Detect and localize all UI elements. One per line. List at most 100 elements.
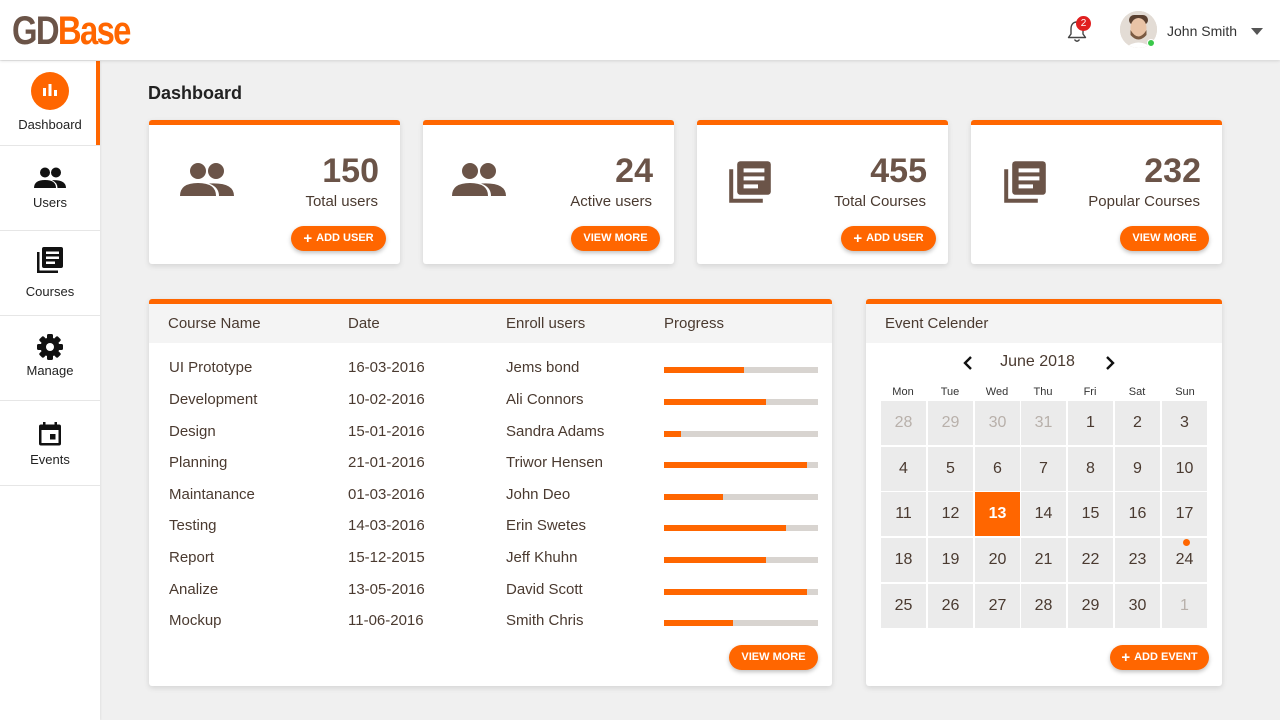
- add-user-button[interactable]: + ADD USER: [291, 226, 386, 251]
- calendar-day[interactable]: 28: [881, 401, 926, 445]
- table-row[interactable]: Design 15-01-2016 Sandra Adams: [149, 417, 832, 448]
- calendar-day[interactable]: 27: [975, 584, 1020, 628]
- weekday-label: Sun: [1175, 386, 1195, 398]
- course-date: 15-01-2016: [348, 423, 425, 440]
- view-more-button[interactable]: VIEW MORE: [1120, 226, 1209, 251]
- calendar-day[interactable]: 25: [881, 584, 926, 628]
- calendar-icon: [39, 422, 61, 446]
- courses-icon: [1004, 161, 1046, 203]
- stat-label: Total users: [305, 193, 378, 210]
- course-date: 10-02-2016: [348, 391, 425, 408]
- app-logo[interactable]: GDBase: [12, 10, 131, 52]
- calendar-day[interactable]: 30: [1115, 584, 1160, 628]
- calendar-day[interactable]: 10: [1162, 447, 1207, 491]
- column-header-date: Date: [348, 315, 380, 332]
- calendar-day[interactable]: 15: [1068, 492, 1113, 536]
- calendar-day[interactable]: 29: [928, 401, 973, 445]
- weekday-label: Tue: [940, 386, 960, 398]
- sidebar-item-dashboard[interactable]: Dashboard: [0, 61, 100, 146]
- calendar-day[interactable]: 6: [975, 447, 1020, 491]
- progress-bar: [664, 431, 818, 437]
- bar-chart-icon: [31, 72, 69, 110]
- view-more-button[interactable]: VIEW MORE: [729, 645, 818, 670]
- view-more-button[interactable]: VIEW MORE: [571, 226, 660, 251]
- stat-value: 232: [1144, 152, 1201, 190]
- sidebar-item-manage[interactable]: Manage: [0, 316, 100, 401]
- course-date: 13-05-2016: [348, 581, 425, 598]
- table-row[interactable]: Maintanance 01-03-2016 John Deo: [149, 480, 832, 511]
- sidebar-item-label: Events: [30, 452, 70, 467]
- progress-fill: [664, 494, 723, 500]
- calendar-day[interactable]: 20: [975, 538, 1020, 582]
- progress-fill: [664, 525, 786, 531]
- progress-bar: [664, 494, 818, 500]
- calendar-day[interactable]: 1: [1162, 584, 1207, 628]
- calendar-day[interactable]: 7: [1021, 447, 1066, 491]
- calendar-day[interactable]: 18: [881, 538, 926, 582]
- calendar-day[interactable]: 11: [881, 492, 926, 536]
- chevron-right-icon[interactable]: [1104, 356, 1116, 370]
- table-row[interactable]: Mockup 11-06-2016 Smith Chris: [149, 606, 832, 637]
- calendar-day[interactable]: 9: [1115, 447, 1160, 491]
- calendar-day[interactable]: 2: [1115, 401, 1160, 445]
- calendar-day[interactable]: 28: [1021, 584, 1066, 628]
- plus-icon: +: [303, 230, 313, 247]
- sidebar-item-events[interactable]: Events: [0, 401, 100, 486]
- course-date: 01-03-2016: [348, 486, 425, 503]
- users-icon: [180, 163, 234, 196]
- calendar-day[interactable]: 5: [928, 447, 973, 491]
- calendar-day[interactable]: 22: [1068, 538, 1113, 582]
- user-name[interactable]: John Smith: [1167, 23, 1237, 39]
- calendar-day[interactable]: 30: [975, 401, 1020, 445]
- table-row[interactable]: Analize 13-05-2016 David Scott: [149, 575, 832, 606]
- stat-value: 455: [870, 152, 927, 190]
- add-user-button[interactable]: + ADD USER: [841, 226, 936, 251]
- calendar-day[interactable]: 1: [1068, 401, 1113, 445]
- table-row[interactable]: UI Prototype 16-03-2016 Jems bond: [149, 353, 832, 384]
- table-row[interactable]: Testing 14-03-2016 Erin Swetes: [149, 511, 832, 542]
- chevron-down-icon[interactable]: [1251, 28, 1263, 35]
- progress-bar: [664, 589, 818, 595]
- sidebar-item-users[interactable]: Users: [0, 146, 100, 231]
- progress-bar: [664, 462, 818, 468]
- calendar-day[interactable]: 31: [1021, 401, 1066, 445]
- progress-fill: [664, 620, 734, 626]
- weekday-label: Sat: [1128, 386, 1146, 398]
- calendar-day[interactable]: 17: [1162, 492, 1207, 536]
- calendar-day[interactable]: 16: [1115, 492, 1160, 536]
- calendar-day[interactable]: 26: [928, 584, 973, 628]
- weekday-label: Mon: [892, 386, 914, 398]
- progress-fill: [664, 462, 808, 468]
- calendar-day[interactable]: 21: [1021, 538, 1066, 582]
- table-row[interactable]: Development 10-02-2016 Ali Connors: [149, 385, 832, 416]
- calendar-day[interactable]: 3: [1162, 401, 1207, 445]
- calendar-day[interactable]: 8: [1068, 447, 1113, 491]
- enroll-user: David Scott: [506, 581, 583, 598]
- progress-fill: [664, 557, 766, 563]
- progress-bar: [664, 525, 818, 531]
- calendar-day[interactable]: 23: [1115, 538, 1160, 582]
- course-date: 11-06-2016: [348, 612, 424, 629]
- button-label: ADD EVENT: [1134, 651, 1198, 663]
- calendar-day[interactable]: 19: [928, 538, 973, 582]
- table-row[interactable]: Report 15-12-2015 Jeff Khuhn: [149, 543, 832, 574]
- course-date: 21-01-2016: [348, 454, 425, 471]
- enroll-user: Smith Chris: [506, 612, 584, 629]
- course-name: Maintanance: [169, 486, 255, 503]
- progress-fill: [664, 367, 745, 373]
- calendar-day-today[interactable]: 13: [975, 492, 1020, 536]
- course-name: Development: [169, 391, 258, 408]
- table-row[interactable]: Planning 21-01-2016 Triwor Hensen: [149, 448, 832, 479]
- calendar-day[interactable]: 29: [1068, 584, 1113, 628]
- users-icon: [34, 167, 66, 188]
- sidebar-item-courses[interactable]: Courses: [0, 231, 100, 316]
- courses-icon: [37, 247, 63, 273]
- add-event-button[interactable]: + ADD EVENT: [1110, 645, 1209, 670]
- sidebar-item-label: Users: [33, 195, 67, 210]
- calendar-day[interactable]: 12: [928, 492, 973, 536]
- notification-badge: 2: [1076, 16, 1091, 31]
- enroll-user: Jems bond: [506, 359, 580, 376]
- stat-card-popular-courses: 232 Popular Courses VIEW MORE: [971, 120, 1222, 264]
- calendar-day[interactable]: 14: [1021, 492, 1066, 536]
- calendar-day[interactable]: 4: [881, 447, 926, 491]
